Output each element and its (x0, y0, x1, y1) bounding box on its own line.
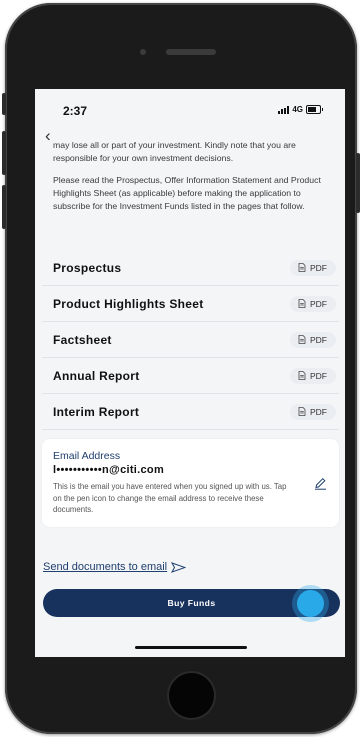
pdf-label: PDF (310, 298, 327, 309)
network-label: 4G (292, 105, 303, 114)
document-icon (298, 335, 306, 344)
pdf-button-prospectus[interactable]: PDF (290, 259, 336, 276)
pen-icon[interactable] (314, 477, 327, 495)
document-row-prospectus: Prospectus PDF (42, 250, 339, 286)
email-card: Email Address l•••••••••••n@citi.com Thi… (42, 439, 339, 527)
document-name: Product Highlights Sheet (53, 296, 204, 311)
status-bar: 2:37 4G (35, 89, 345, 129)
pdf-button-product-highlights[interactable]: PDF (290, 295, 336, 312)
pdf-button-factsheet[interactable]: PDF (290, 331, 336, 348)
mute-switch (2, 93, 6, 115)
disclaimer-paragraph: may lose all or part of your investment.… (53, 140, 296, 163)
email-description: This is the email you have entered when … (53, 482, 287, 514)
paper-plane-icon (171, 561, 187, 573)
phone-frame: 2:37 4G ‹ may lose all or part of your i… (2, 3, 360, 734)
pdf-button-interim-report[interactable]: PDF (290, 403, 336, 420)
home-button[interactable] (169, 673, 214, 718)
status-time: 2:37 (63, 104, 88, 118)
front-camera (140, 49, 146, 55)
battery-icon (306, 105, 323, 114)
touch-indicator (297, 590, 324, 617)
pdf-label: PDF (310, 334, 327, 345)
email-value: l•••••••••••n@citi.com (53, 464, 165, 476)
document-row-factsheet: Factsheet PDF (42, 322, 339, 358)
send-documents-link[interactable]: Send documents to email (43, 561, 187, 573)
volume-up-button (2, 131, 6, 175)
earpiece-speaker (166, 49, 216, 55)
document-icon (298, 407, 306, 416)
document-name: Interim Report (53, 404, 140, 419)
document-row-product-highlights: Product Highlights Sheet PDF (42, 286, 339, 322)
document-icon (298, 371, 306, 380)
pdf-label: PDF (310, 262, 327, 273)
disclaimer-paragraph: Please read the Prospectus, Offer Inform… (53, 175, 321, 211)
volume-down-button (2, 185, 6, 229)
document-icon (298, 263, 306, 272)
chevron-left-icon: ‹ (45, 126, 51, 145)
status-indicators: 4G (278, 105, 323, 114)
signal-icon (278, 105, 290, 114)
send-documents-label: Send documents to email (43, 561, 168, 573)
document-name: Annual Report (53, 368, 140, 383)
power-button (356, 153, 360, 213)
document-icon (298, 299, 306, 308)
document-name: Prospectus (53, 260, 122, 275)
buy-funds-label: Buy Funds (167, 598, 216, 608)
pdf-label: PDF (310, 406, 327, 417)
pdf-label: PDF (310, 370, 327, 381)
document-list: Prospectus PDF Product Highlights Sheet … (42, 250, 339, 430)
disclaimer-text: may lose all or part of your investment.… (53, 139, 333, 223)
document-row-interim-report: Interim Report PDF (42, 394, 339, 430)
app-screen: 2:37 4G ‹ may lose all or part of your i… (35, 89, 345, 657)
buy-funds-button[interactable]: Buy Funds (43, 589, 340, 617)
home-indicator (135, 646, 247, 649)
document-name: Factsheet (53, 332, 112, 347)
back-button[interactable]: ‹ (45, 127, 51, 144)
document-row-annual-report: Annual Report PDF (42, 358, 339, 394)
email-title: Email Address (53, 450, 121, 462)
pdf-button-annual-report[interactable]: PDF (290, 367, 336, 384)
